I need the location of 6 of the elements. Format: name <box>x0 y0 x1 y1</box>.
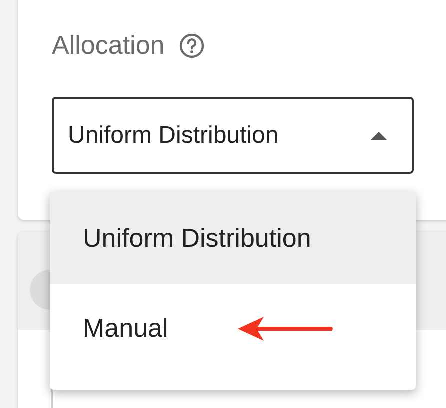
caret-icon <box>370 130 388 140</box>
menu-item[interactable]: Manual <box>50 284 416 372</box>
field-label: Allocation <box>52 29 165 62</box>
menu-item[interactable]: Uniform Distribution <box>50 192 416 284</box>
help-icon[interactable] <box>178 32 205 58</box>
allocation-dropdown[interactable]: Uniform Distribution <box>52 97 414 174</box>
